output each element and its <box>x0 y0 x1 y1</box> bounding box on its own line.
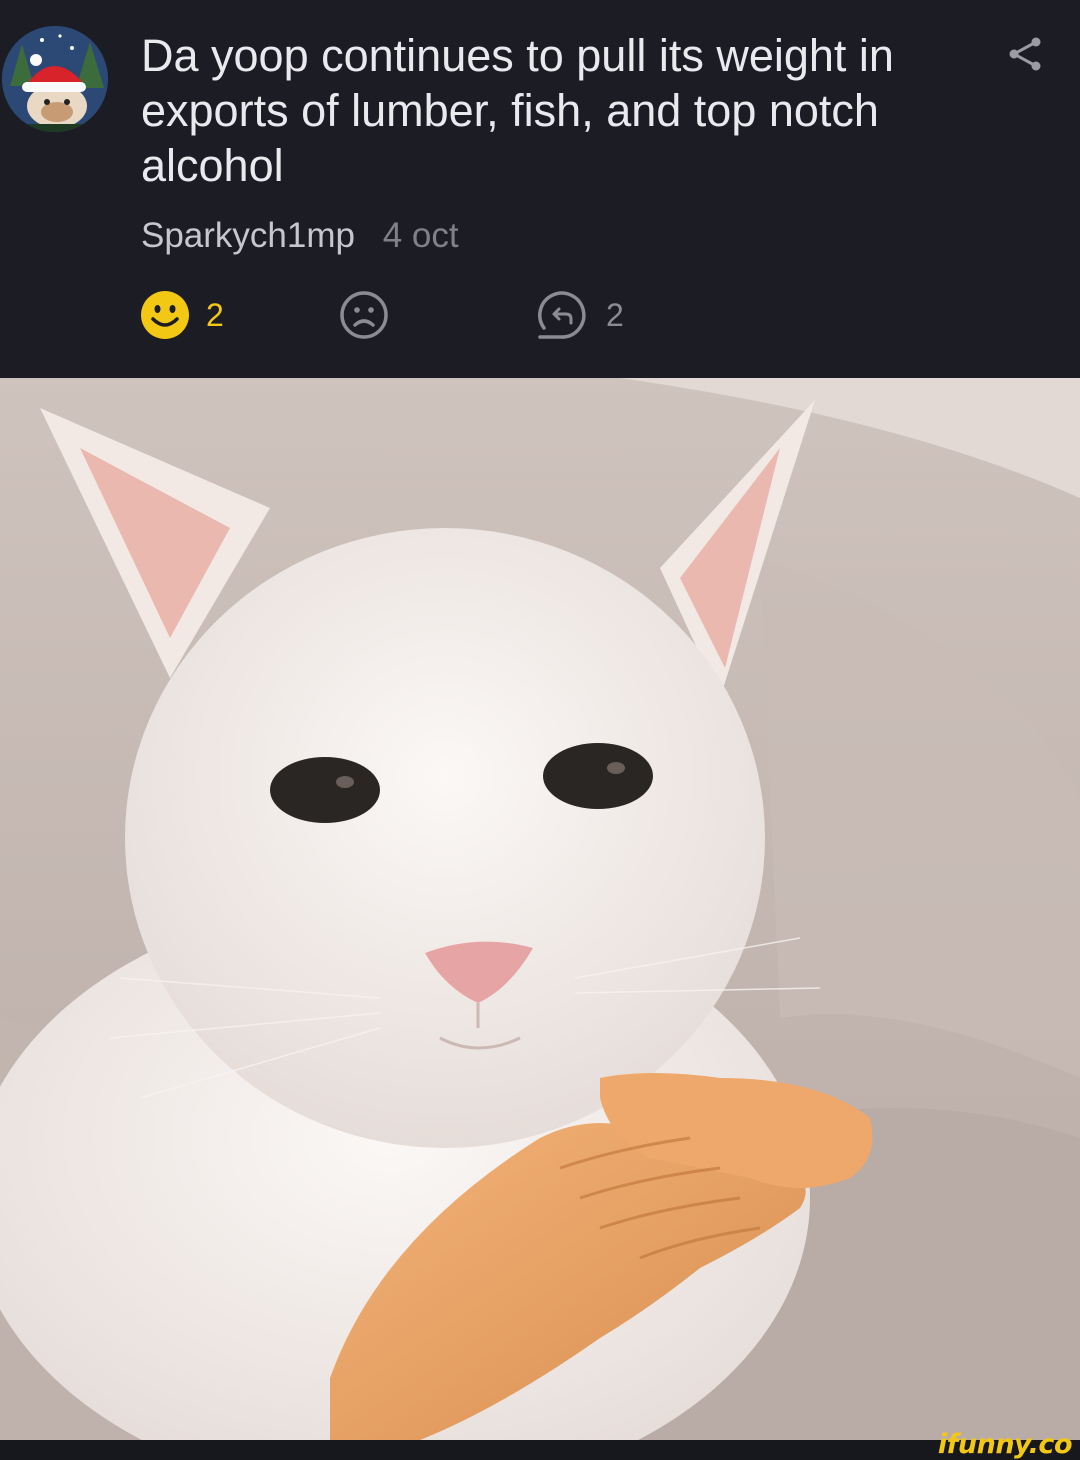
reply-icon <box>538 291 586 339</box>
user-avatar[interactable] <box>2 26 108 132</box>
reply-button[interactable]: 2 <box>538 290 624 340</box>
comment-card: Da yoop continues to pull its weight in … <box>0 0 1080 378</box>
share-icon[interactable] <box>1002 32 1046 76</box>
reply-count: 2 <box>606 296 624 333</box>
smile-button[interactable]: 2 <box>140 290 224 340</box>
meme-page: Da yoop continues to pull its weight in … <box>0 0 1080 1460</box>
ifunny-watermark[interactable]: ifunny.co <box>938 1430 1073 1460</box>
frown-button[interactable] <box>339 290 405 340</box>
comment-date: 4 oct <box>382 216 459 255</box>
comment-author[interactable]: Sparkych1mp <box>141 216 355 255</box>
comment-actions: 2 2 <box>0 290 1080 346</box>
frown-icon <box>340 291 388 339</box>
cat-photo <box>0 378 1080 1440</box>
footer-bar <box>0 1440 1080 1460</box>
smile-count: 2 <box>206 296 224 333</box>
comment-text: Da yoop continues to pull its weight in … <box>141 30 894 191</box>
comment-meta: Sparkych1mp 4 oct <box>141 214 459 258</box>
smile-icon <box>141 291 189 339</box>
